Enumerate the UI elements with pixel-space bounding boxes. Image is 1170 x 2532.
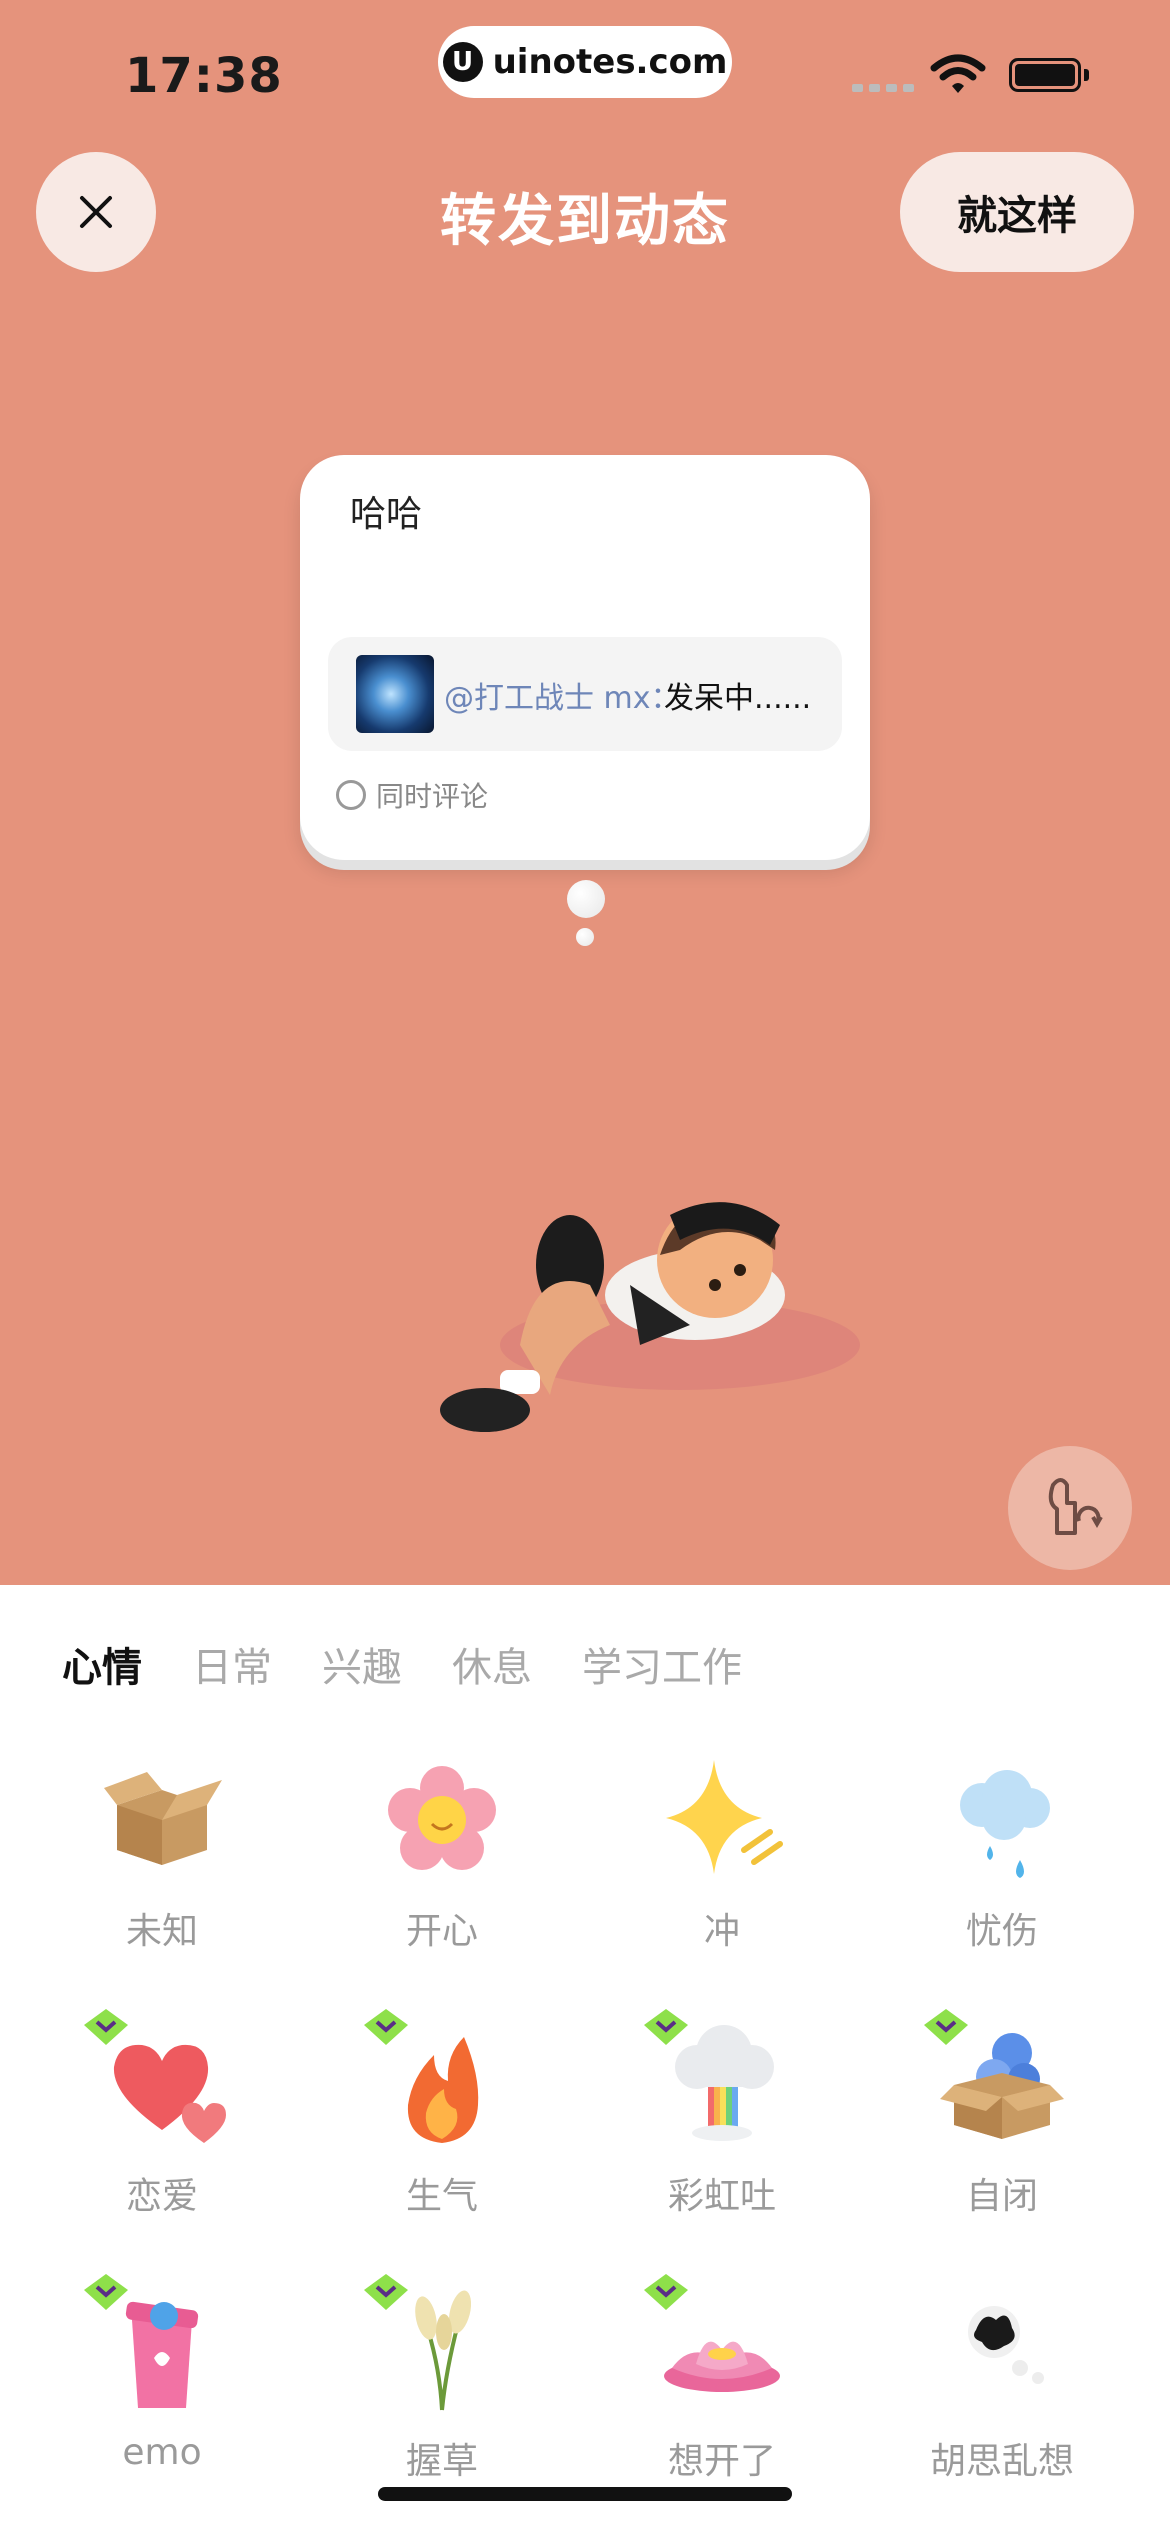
chevron-badge-icon xyxy=(364,2009,408,2045)
mood-item-overthinking[interactable]: 胡思乱想 xyxy=(862,2280,1142,2484)
mood-label: 握草 xyxy=(405,2441,478,2482)
signal-dots-icon xyxy=(852,84,914,92)
chevron-badge-icon xyxy=(364,2274,408,2310)
mood-item-angry[interactable]: 生气 xyxy=(302,2009,582,2219)
mood-label: 生气 xyxy=(405,2176,478,2217)
tab-rest[interactable]: 休息 xyxy=(452,1635,532,1693)
mood-item-love[interactable]: 恋爱 xyxy=(22,2009,302,2219)
mood-item-unknown[interactable]: 未知 xyxy=(22,1750,302,1954)
mood-item-rush[interactable]: 冲 xyxy=(582,1750,862,1954)
done-button[interactable]: 就这样 xyxy=(900,152,1134,272)
mood-label: 恋爱 xyxy=(125,2176,198,2217)
site-logo-icon: U xyxy=(442,42,483,82)
mood-item-sad[interactable]: 忧伤 xyxy=(862,1750,1142,1954)
chevron-badge-icon xyxy=(924,2009,968,2045)
mood-item-rainbow[interactable]: 彩虹吐 xyxy=(582,2009,862,2219)
mood-label: emo xyxy=(122,2432,202,2473)
sparkle-icon xyxy=(666,1760,783,1874)
tab-study-work[interactable]: 学习工作 xyxy=(582,1635,742,1693)
mood-item-autistic[interactable]: 自闭 xyxy=(862,2009,1142,2219)
tab-mood[interactable]: 心情 xyxy=(62,1635,142,1693)
tab-interest[interactable]: 兴趣 xyxy=(322,1635,402,1693)
quoted-user: @打工战士 mx： xyxy=(444,681,681,716)
post-bubble-card[interactable]: 哈哈 @打工战士 mx： 发呆中...... 同时评论 xyxy=(300,455,870,860)
wifi-icon xyxy=(930,54,986,93)
chevron-badge-icon xyxy=(84,2009,128,2045)
quoted-post-thumbnail xyxy=(356,655,434,733)
chevron-badge-icon xyxy=(84,2274,128,2310)
mood-label: 想开了 xyxy=(667,2441,776,2482)
chevron-badge-icon xyxy=(644,2274,688,2310)
mood-category-tabs: 心情 日常 兴趣 休息 学习工作 xyxy=(62,1635,792,1693)
mood-label: 忧伤 xyxy=(965,1911,1038,1952)
comment-also-checkbox[interactable]: 同时评论 xyxy=(336,775,488,815)
quoted-text: 发呆中...... xyxy=(664,681,812,716)
mood-label: 开心 xyxy=(405,1911,478,1952)
avatar-character xyxy=(440,1202,860,1432)
post-text[interactable]: 哈哈 xyxy=(350,485,422,537)
scribble-cloud-icon xyxy=(968,2306,1044,2384)
url-text: uinotes.com xyxy=(492,42,728,82)
battery-tip xyxy=(1084,69,1089,81)
mood-label: 彩虹吐 xyxy=(667,2176,776,2217)
flower-icon xyxy=(388,1766,496,1870)
mood-item-happy[interactable]: 开心 xyxy=(302,1750,582,1954)
mood-label: 胡思乱想 xyxy=(929,2441,1074,2482)
home-indicator[interactable] xyxy=(378,2487,792,2501)
battery-icon xyxy=(1009,58,1081,92)
radio-icon xyxy=(336,780,366,810)
thought-dot-large xyxy=(567,880,605,918)
mood-label: 自闭 xyxy=(965,2176,1038,2217)
mood-item-emo[interactable]: emo xyxy=(22,2274,302,2473)
switch-pose-icon xyxy=(1048,1478,1103,1535)
thought-dot-small xyxy=(576,928,594,946)
chevron-badge-icon xyxy=(644,2009,688,2045)
mood-item-grass[interactable]: 握草 xyxy=(302,2274,582,2484)
status-time: 17:38 xyxy=(125,48,283,104)
url-pill[interactable]: U uinotes.com xyxy=(438,26,732,98)
mood-label: 未知 xyxy=(125,1911,198,1952)
mood-picker-sheet: 心情 日常 兴趣 休息 学习工作 未知 开心 冲 忧伤 恋爱 生气 彩虹吐 自闭… xyxy=(0,1585,1170,2532)
tab-daily[interactable]: 日常 xyxy=(192,1635,272,1693)
switch-pose-button[interactable] xyxy=(1008,1446,1132,1570)
rain-cloud-icon xyxy=(960,1770,1050,1878)
comment-also-label: 同时评论 xyxy=(376,780,489,813)
quoted-post[interactable]: @打工战士 mx： 发呆中...... xyxy=(328,637,842,751)
scene-area: 17:38 U uinotes.com 转发到动态 就这样 哈哈 @打工战士 m… xyxy=(0,0,1170,1585)
box-icon xyxy=(104,1772,222,1865)
mood-item-let-go[interactable]: 想开了 xyxy=(582,2274,862,2484)
mood-label: 冲 xyxy=(703,1911,740,1952)
